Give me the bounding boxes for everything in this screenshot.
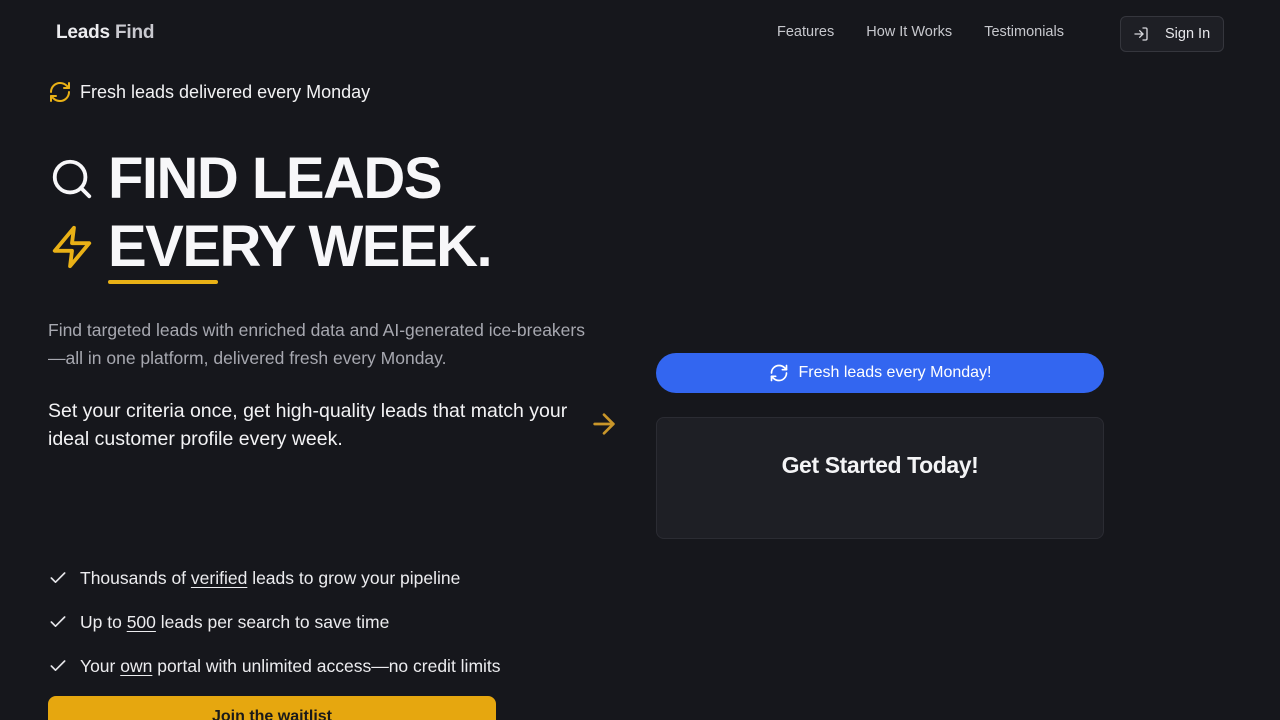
feature-highlight: 500 bbox=[126, 611, 156, 632]
headline-line-2: EVERY WEEK. bbox=[48, 214, 493, 279]
sign-in-label: Sign In bbox=[1165, 26, 1211, 42]
card-title: Get Started Today! bbox=[781, 452, 979, 478]
feature-text: Thousands of verified leads to grow your… bbox=[80, 567, 461, 588]
hero-subtext: Set your criteria once, get high-quality… bbox=[48, 400, 568, 450]
feature-text: Up to 500 leads per search to save time bbox=[80, 611, 390, 632]
headline-text-1: FIND LEADS bbox=[108, 146, 443, 211]
sign-in-button[interactable]: Sign In bbox=[1120, 16, 1224, 52]
main-nav: Features How It Works Testimonials bbox=[777, 24, 1096, 40]
pill-label: Fresh leads every Monday! bbox=[798, 364, 992, 381]
hero-description: Find targeted leads with enriched data a… bbox=[48, 320, 585, 368]
logo-text-leads: Leads bbox=[56, 22, 110, 43]
fresh-leads-pill-button[interactable]: Fresh leads every Monday! bbox=[656, 353, 1104, 393]
feature-list: Thousands of verified leads to grow your… bbox=[48, 556, 501, 688]
search-icon bbox=[48, 155, 96, 203]
feature-item: Your own portal with unlimited access—no… bbox=[48, 644, 501, 688]
nav-link-testimonials[interactable]: Testimonials bbox=[984, 24, 1064, 40]
logo-text-find: Find bbox=[115, 22, 155, 43]
feature-text: Your own portal with unlimited access—no… bbox=[80, 655, 501, 676]
fresh-leads-badge: Fresh leads delivered every Monday bbox=[48, 80, 370, 104]
refresh-icon bbox=[770, 364, 787, 382]
headline-line-1: FIND LEADS bbox=[48, 146, 443, 211]
feature-item: Thousands of verified leads to grow your… bbox=[48, 556, 501, 600]
nav-link-how-it-works[interactable]: How It Works bbox=[866, 24, 952, 40]
check-icon bbox=[50, 572, 66, 583]
check-icon bbox=[50, 616, 66, 627]
check-icon bbox=[50, 660, 66, 671]
refresh-icon bbox=[50, 82, 70, 102]
headline-text-2: EVERY WEEK. bbox=[108, 214, 493, 279]
arrow-right-icon bbox=[593, 413, 615, 435]
logo[interactable]: Leads Find bbox=[56, 22, 155, 44]
badge-text: Fresh leads delivered every Monday bbox=[80, 81, 371, 102]
feature-item: Up to 500 leads per search to save time bbox=[48, 600, 501, 644]
signup-card: Get Started Today! bbox=[656, 417, 1104, 539]
nav-link-features[interactable]: Features bbox=[777, 24, 834, 40]
join-waitlist-button[interactable]: Join the waitlist bbox=[48, 696, 496, 720]
headline-underline bbox=[108, 280, 218, 284]
feature-highlight: own bbox=[120, 655, 153, 676]
feature-highlight: verified bbox=[190, 567, 248, 588]
site-header: Leads Find Features How It Works Testimo… bbox=[0, 0, 1280, 66]
log-in-icon bbox=[1134, 27, 1148, 41]
lightning-icon bbox=[48, 223, 96, 271]
